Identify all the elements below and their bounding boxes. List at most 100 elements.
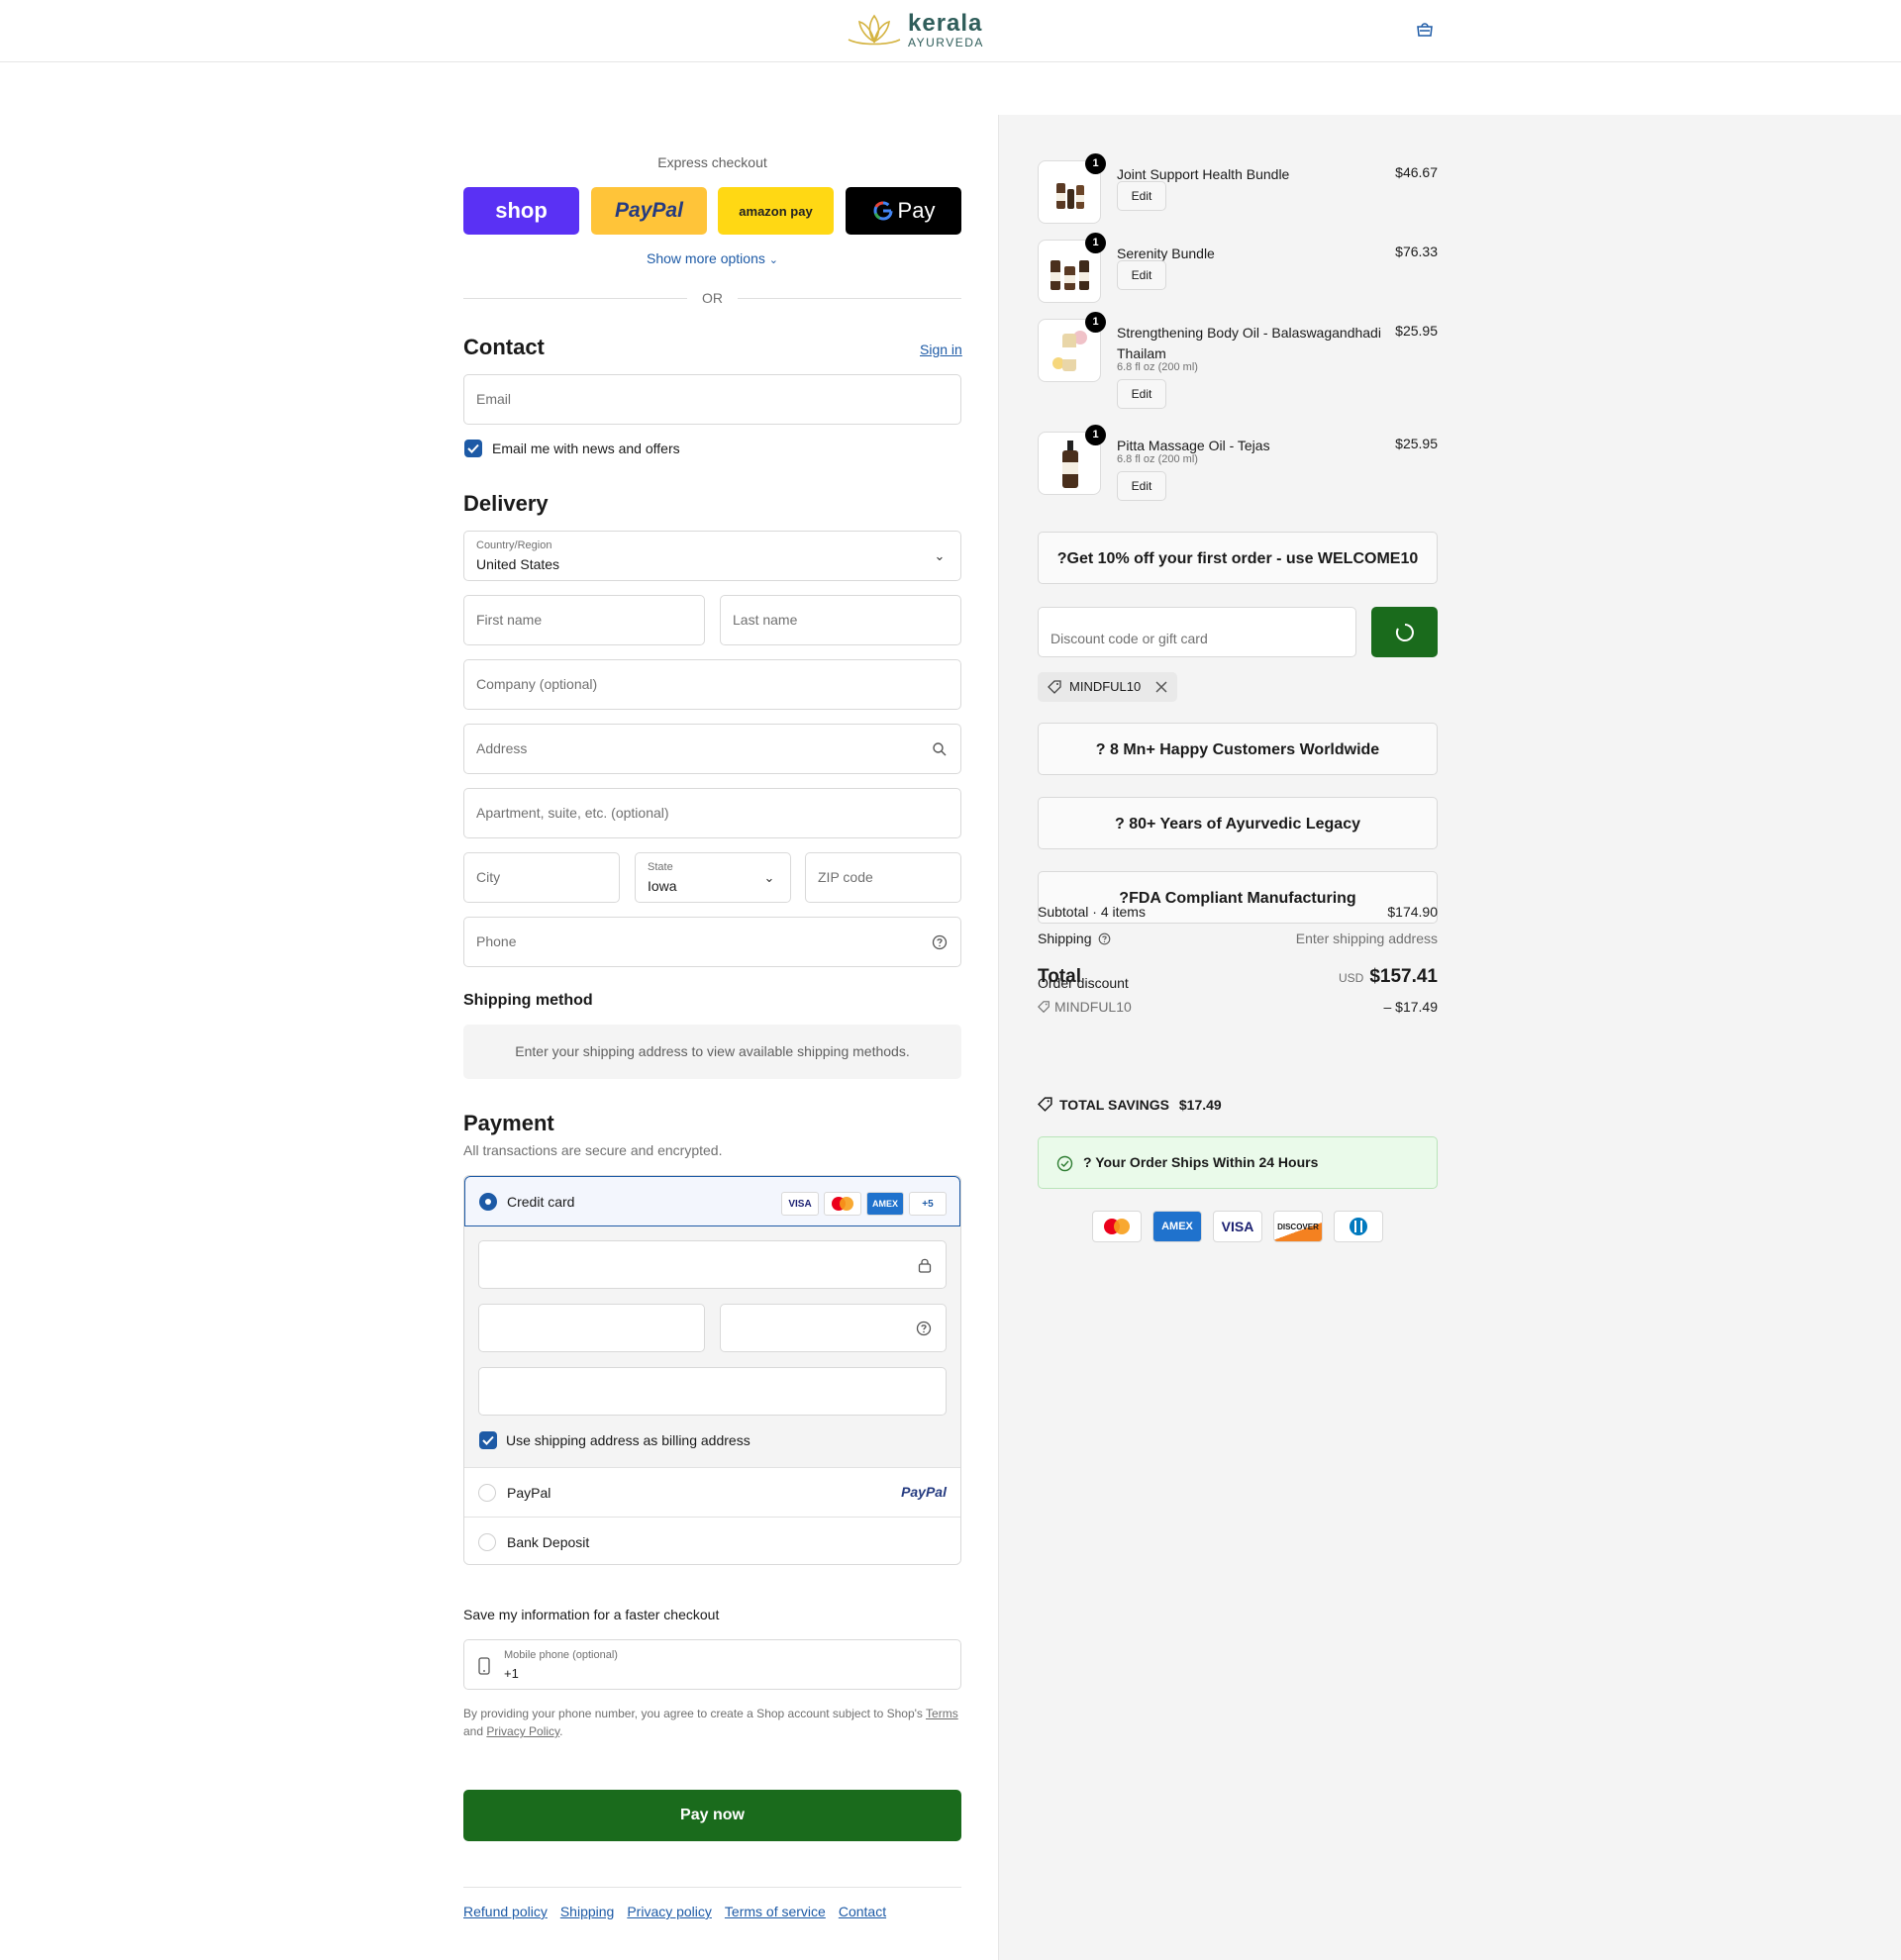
- company-placeholder: Company (optional): [476, 676, 598, 692]
- item-price: $46.67: [1395, 164, 1438, 180]
- disclaimer-text: By providing your phone number, you agre…: [463, 1707, 923, 1720]
- shipping-policy-link[interactable]: Shipping: [560, 1904, 615, 1919]
- total-savings-label: TOTAL SAVINGS: [1059, 1097, 1169, 1113]
- loading-spinner-icon: [1395, 624, 1414, 641]
- email-field[interactable]: Email: [463, 374, 961, 425]
- sign-in-link[interactable]: Sign in: [920, 342, 962, 357]
- company-field[interactable]: Company (optional): [463, 659, 961, 710]
- amazon-pay-button[interactable]: amazon pay: [718, 187, 834, 235]
- zip-field[interactable]: ZIP code: [805, 852, 961, 903]
- discover-icon-text: DISCOVER: [1277, 1222, 1319, 1231]
- paypal-express-button[interactable]: PayPal: [591, 187, 707, 235]
- help-circle-icon[interactable]: [932, 934, 948, 950]
- zip-placeholder: ZIP code: [818, 869, 873, 885]
- mobile-phone-label: Mobile phone (optional): [504, 1649, 618, 1661]
- shipping-row: Shipping Enter shipping address: [1038, 931, 1438, 946]
- more-cards-badge[interactable]: +5: [909, 1192, 947, 1216]
- apply-discount-button[interactable]: [1371, 607, 1438, 657]
- amazon-pay-label: amazon pay: [739, 203, 813, 219]
- country-select[interactable]: Country/Region United States ⌄: [463, 531, 961, 581]
- terms-link[interactable]: Terms: [926, 1707, 958, 1720]
- shop-pay-button[interactable]: shop: [463, 187, 579, 235]
- billing-same-checkbox[interactable]: [479, 1431, 497, 1449]
- amex-icon: AMEX: [1152, 1211, 1202, 1242]
- state-label: State: [648, 861, 673, 873]
- card-number-field[interactable]: [478, 1240, 947, 1289]
- mastercard-icon: [1092, 1211, 1142, 1242]
- google-pay-label: Pay: [897, 198, 936, 223]
- contact-link[interactable]: Contact: [839, 1904, 886, 1919]
- name-on-card-field[interactable]: [478, 1367, 947, 1416]
- bank-deposit-option[interactable]: Bank Deposit: [464, 1517, 960, 1564]
- mastercard-icon: [824, 1192, 861, 1216]
- privacy-policy-footer-link[interactable]: Privacy policy: [627, 1904, 712, 1919]
- discount-code-field[interactable]: Discount code or gift card: [1038, 607, 1356, 657]
- shop-disclaimer: By providing your phone number, you agre…: [463, 1705, 961, 1740]
- store-logo[interactable]: kerala AYURVEDA: [847, 10, 1045, 49]
- credit-card-option[interactable]: Credit card VISA AMEX +5: [464, 1176, 960, 1226]
- credit-card-radio[interactable]: [479, 1193, 497, 1211]
- shipping-method-heading: Shipping method: [463, 992, 593, 1009]
- city-placeholder: City: [476, 869, 501, 885]
- first-name-field[interactable]: First name: [463, 595, 705, 645]
- pay-now-button[interactable]: Pay now: [463, 1790, 961, 1841]
- help-circle-icon[interactable]: [1098, 932, 1111, 945]
- phone-field[interactable]: Phone: [463, 917, 961, 967]
- help-circle-icon[interactable]: [916, 1321, 932, 1336]
- expiry-field[interactable]: [478, 1304, 705, 1352]
- discount-placeholder: Discount code or gift card: [1051, 631, 1208, 646]
- search-icon: [933, 742, 947, 756]
- footer-divider: [463, 1887, 961, 1888]
- quantity-badge: 1: [1085, 425, 1106, 445]
- logo-wordmark: kerala: [908, 9, 983, 37]
- footer-links: Refund policy Shipping Privacy policy Terms…: [463, 1904, 899, 1919]
- chevron-down-icon: ⌄: [934, 548, 946, 563]
- phone-placeholder: Phone: [476, 933, 517, 949]
- newsletter-checkbox[interactable]: [464, 440, 482, 457]
- applied-discount-tag: MINDFUL10: [1038, 672, 1177, 702]
- shopping-bag-icon[interactable]: [1416, 22, 1434, 38]
- item-variant: 6.8 fl oz (200 ml): [1117, 453, 1198, 465]
- visa-badge-text: VISA: [788, 1198, 812, 1210]
- apartment-field[interactable]: Apartment, suite, etc. (optional): [463, 788, 961, 838]
- terms-of-service-link[interactable]: Terms of service: [725, 1904, 826, 1919]
- payment-heading: Payment: [463, 1111, 554, 1135]
- shop-pay-label: shop: [495, 198, 548, 223]
- shipping-label: Shipping: [1038, 931, 1092, 946]
- country-value: United States: [476, 556, 560, 572]
- bank-deposit-radio[interactable]: [478, 1533, 496, 1551]
- last-name-field[interactable]: Last name: [720, 595, 961, 645]
- show-more-options-link[interactable]: Show more options ⌄: [463, 250, 961, 266]
- paypal-radio[interactable]: [478, 1484, 496, 1502]
- email-placeholder: Email: [476, 391, 512, 407]
- subtotal-label: Subtotal · 4 items: [1038, 904, 1146, 920]
- logo-subtitle: AYURVEDA: [908, 35, 984, 49]
- state-select[interactable]: State Iowa ⌄: [635, 852, 791, 903]
- close-icon[interactable]: [1155, 681, 1167, 693]
- edit-button[interactable]: Edit: [1117, 471, 1166, 501]
- amex-badge-text: AMEX: [871, 1199, 898, 1209]
- address-field[interactable]: Address: [463, 724, 961, 774]
- mobile-phone-field[interactable]: Mobile phone (optional) +1: [463, 1639, 961, 1690]
- refund-policy-link[interactable]: Refund policy: [463, 1904, 548, 1919]
- quantity-badge: 1: [1085, 153, 1106, 174]
- bank-deposit-label: Bank Deposit: [507, 1534, 590, 1550]
- credit-card-form: Use shipping address as billing address: [464, 1226, 960, 1467]
- paypal-express-label: PayPal: [615, 199, 683, 222]
- edit-button[interactable]: Edit: [1117, 260, 1166, 290]
- currency-code: USD: [1338, 971, 1364, 985]
- amex-badge: AMEX: [866, 1192, 904, 1216]
- top-header: kerala AYURVEDA: [0, 0, 1901, 62]
- privacy-policy-link[interactable]: Privacy Policy: [486, 1724, 559, 1738]
- paypal-option[interactable]: PayPal PayPal: [464, 1467, 960, 1517]
- chevron-down-icon: ⌄: [763, 870, 775, 885]
- visa-badge: VISA: [781, 1192, 819, 1216]
- edit-button[interactable]: Edit: [1117, 379, 1166, 409]
- visa-icon: VISA: [1213, 1211, 1262, 1242]
- subtotal-row: Subtotal · 4 items $174.90: [1038, 904, 1438, 920]
- country-label: Country/Region: [476, 539, 552, 551]
- security-code-field[interactable]: [720, 1304, 947, 1352]
- city-field[interactable]: City: [463, 852, 620, 903]
- edit-button[interactable]: Edit: [1117, 181, 1166, 211]
- google-pay-button[interactable]: Pay: [846, 187, 961, 235]
